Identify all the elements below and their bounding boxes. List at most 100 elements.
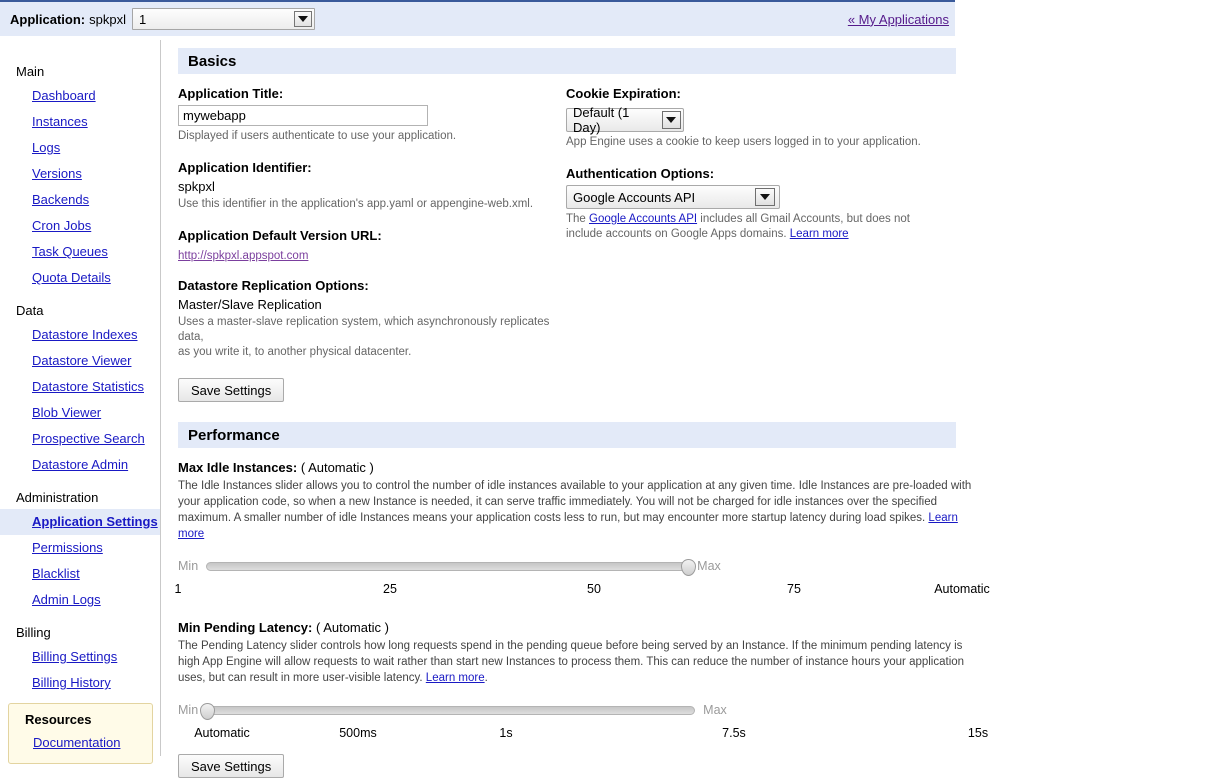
min-pending-learn-more-link[interactable]: Learn more (426, 672, 485, 684)
slider-tick: 1s (499, 726, 513, 740)
max-idle-instances-title: Max Idle Instances: ( Automatic ) (178, 460, 1230, 475)
performance-section-header: Performance (178, 422, 956, 448)
application-bar-left: Application: spkpxl 1 (0, 8, 315, 30)
min-pending-desc-end: . (484, 672, 488, 684)
chevron-down-icon[interactable] (293, 11, 312, 27)
min-pending-latency-slider-handle[interactable] (200, 702, 216, 720)
sidebar-item-permissions[interactable]: Permissions (0, 535, 160, 561)
sidebar-item-task-queues[interactable]: Task Queues (0, 239, 160, 265)
application-title-input[interactable] (178, 105, 428, 126)
performance-section: Performance Max Idle Instances: ( Automa… (174, 422, 1230, 778)
sidebar-item-backends[interactable]: Backends (0, 187, 160, 213)
slider-tick: Automatic (194, 726, 250, 740)
min-pending-latency-title: Min Pending Latency: ( Automatic ) (178, 620, 1230, 635)
sidebar: Main Dashboard Instances Logs Versions B… (0, 40, 161, 764)
sidebar-item-admin-logs[interactable]: Admin Logs (0, 587, 160, 613)
max-idle-instances-label: Max Idle Instances: (178, 460, 298, 475)
application-label: Application: (10, 11, 86, 27)
sidebar-item-billing-settings[interactable]: Billing Settings (0, 644, 160, 670)
sidebar-item-versions[interactable]: Versions (0, 161, 160, 187)
min-pending-latency-description: The Pending Latency slider controls how … (178, 638, 978, 686)
chevron-down-icon[interactable] (755, 188, 775, 206)
sidebar-item-quota-details[interactable]: Quota Details (0, 265, 160, 291)
max-idle-slider-min-label: Min (178, 559, 199, 573)
slider-tick: 500ms (339, 726, 377, 740)
application-title-label: Application Title: (178, 86, 284, 101)
sidebar-item-datastore-statistics[interactable]: Datastore Statistics (0, 374, 160, 400)
min-pending-slider-min-label: Min (178, 703, 199, 717)
cookie-expiration-select[interactable]: Default (1 Day) (566, 105, 684, 135)
resources-box: Resources Documentation (8, 703, 153, 764)
max-idle-instances-description: The Idle Instances slider allows you to … (178, 478, 978, 542)
application-identifier-value: spkpxl (178, 179, 215, 194)
sidebar-item-billing-history[interactable]: Billing History (0, 670, 160, 696)
slider-tick: 25 (383, 582, 397, 596)
min-pending-latency-slider-track[interactable] (200, 702, 696, 720)
sidebar-item-datastore-indexes[interactable]: Datastore Indexes (0, 322, 160, 348)
max-idle-slider-row: Min Max (178, 556, 978, 576)
sidebar-item-dashboard[interactable]: Dashboard (0, 83, 160, 109)
sidebar-group-data: Data Datastore Indexes Datastore Viewer … (0, 303, 160, 478)
application-id-text: spkpxl (89, 11, 126, 27)
sidebar-item-prospective-search[interactable]: Prospective Search (0, 426, 160, 452)
application-bar-right: « My Applications (848, 12, 955, 27)
google-accounts-api-link[interactable]: Google Accounts API (589, 213, 697, 225)
slider-tick: 15s (967, 726, 989, 740)
sidebar-item-cron-jobs[interactable]: Cron Jobs (0, 213, 160, 239)
resources-title: Resources (25, 712, 92, 727)
sidebar-item-logs[interactable]: Logs (0, 135, 160, 161)
sidebar-item-instances[interactable]: Instances (0, 109, 160, 135)
max-idle-instances-slider-handle[interactable] (681, 558, 697, 576)
sidebar-group-title: Billing (16, 625, 51, 640)
sidebar-item-blob-viewer[interactable]: Blob Viewer (0, 400, 160, 426)
authentication-options-select[interactable]: Google Accounts API (566, 185, 780, 209)
min-pending-latency-label: Min Pending Latency: (178, 620, 313, 635)
slider-tick: 7.5s (722, 726, 746, 740)
slider-tick: 75 (787, 582, 801, 596)
default-version-url-link[interactable]: http://spkpxl.appspot.com (178, 250, 308, 262)
performance-save-settings-button[interactable]: Save Settings (178, 754, 285, 778)
application-title-hint: Displayed if users authenticate to use y… (178, 130, 457, 142)
default-version-url-label: Application Default Version URL: (178, 228, 382, 243)
authentication-options-value: Google Accounts API (573, 189, 696, 205)
basics-save-settings-button[interactable]: Save Settings (178, 378, 285, 402)
auth-hint-pre: The (566, 213, 590, 225)
cookie-expiration-hint: App Engine uses a cookie to keep users l… (566, 136, 921, 148)
min-pending-latency-slider-ticks: Automatic 500ms 1s 7.5s 15s (178, 726, 988, 746)
sidebar-item-application-settings[interactable]: Application Settings (0, 509, 160, 535)
sidebar-group-administration: Administration Application Settings Perm… (0, 490, 160, 613)
authentication-options-label: Authentication Options: (566, 166, 715, 181)
version-select-value: 1 (138, 11, 147, 27)
sidebar-group-title: Administration (16, 490, 99, 505)
sidebar-group-billing: Billing Billing Settings Billing History (0, 625, 160, 696)
cookie-expiration-value: Default (1 Day) (573, 105, 630, 135)
sidebar-group-title: Data (16, 303, 44, 318)
resources-item-documentation[interactable]: Documentation (9, 733, 152, 753)
application-bar: Application: spkpxl 1 « My Applications (0, 0, 955, 36)
sidebar-group-title: Main (16, 64, 45, 79)
my-applications-link[interactable]: « My Applications (848, 12, 949, 27)
max-idle-slider-max-label: Max (697, 559, 721, 573)
max-idle-desc-text: The Idle Instances slider allows you to … (178, 480, 972, 524)
sidebar-group-main: Main Dashboard Instances Logs Versions B… (0, 64, 160, 291)
max-idle-instances-slider-wrap: Min Max 1 25 50 75 Automatic (174, 556, 990, 602)
application-identifier-hint: Use this identifier in the application's… (178, 198, 534, 210)
auth-learn-more-link[interactable]: Learn more (790, 228, 849, 240)
min-pending-desc-text: The Pending Latency slider controls how … (178, 640, 965, 684)
sidebar-item-blacklist[interactable]: Blacklist (0, 561, 160, 587)
sidebar-item-datastore-admin[interactable]: Datastore Admin (0, 452, 160, 478)
max-idle-instances-value: ( Automatic ) (300, 460, 374, 475)
slider-tick: 1 (174, 582, 182, 596)
version-select[interactable]: 1 (131, 8, 315, 30)
basics-right-column: Cookie Expiration: Default (1 Day) App E… (566, 86, 966, 402)
datastore-replication-hint-line2: as you write it, to another physical dat… (178, 346, 412, 358)
cookie-expiration-label: Cookie Expiration: (566, 86, 681, 101)
max-idle-instances-slider-track[interactable] (206, 558, 697, 576)
slider-tick: 50 (587, 582, 601, 596)
datastore-replication-label: Datastore Replication Options: (178, 278, 369, 293)
chevron-down-icon[interactable] (661, 111, 681, 129)
sidebar-item-datastore-viewer[interactable]: Datastore Viewer (0, 348, 160, 374)
